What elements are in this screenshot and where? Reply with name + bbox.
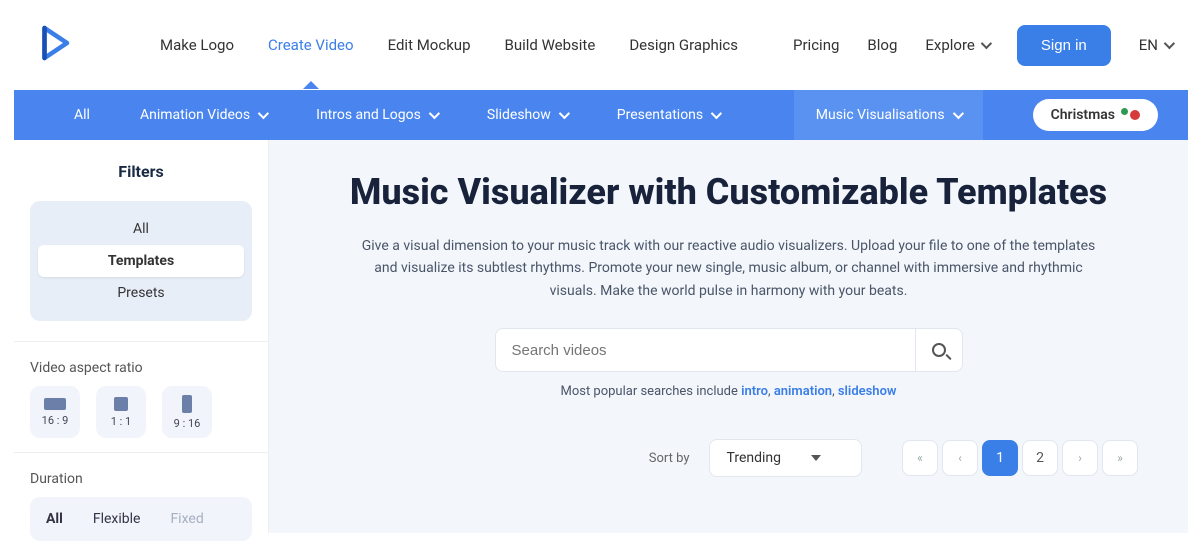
filter-tab-templates[interactable]: Templates — [38, 245, 244, 277]
nav-pricing[interactable]: Pricing — [793, 36, 839, 54]
chevron-down-icon — [981, 38, 992, 49]
ornaments-icon — [1123, 110, 1140, 120]
page-first[interactable]: « — [902, 440, 938, 476]
results-toolbar: Sort by Trending « ‹ 1 2 › » — [319, 439, 1138, 477]
aspect-ratio-label: Video aspect ratio — [30, 360, 252, 376]
main-content: Music Visualizer with Customizable Templ… — [269, 140, 1188, 533]
sign-in-button[interactable]: Sign in — [1017, 25, 1111, 66]
search-bar — [495, 328, 963, 372]
portrait-icon — [182, 395, 192, 413]
nav-explore-label: Explore — [925, 36, 975, 54]
chevron-down-icon — [711, 108, 722, 119]
popular-link-slideshow[interactable]: slideshow — [838, 384, 897, 399]
sort-value: Trending — [726, 450, 781, 466]
page-last[interactable]: » — [1102, 440, 1138, 476]
category-animation-videos[interactable]: Animation Videos — [140, 107, 266, 123]
category-slideshow[interactable]: Slideshow — [487, 107, 567, 123]
page-1[interactable]: 1 — [982, 440, 1018, 476]
language-selector[interactable]: EN — [1139, 36, 1172, 54]
duration-all[interactable]: All — [36, 507, 73, 531]
chevron-down-icon — [952, 108, 963, 119]
nav-item-build-website[interactable]: Build Website — [505, 36, 596, 54]
chevron-down-icon — [1164, 38, 1175, 49]
landscape-icon — [44, 398, 66, 410]
page-body: Filters All Templates Presets Video aspe… — [14, 140, 1188, 533]
page-description: Give a visual dimension to your music tr… — [359, 235, 1099, 302]
nav-item-design-graphics[interactable]: Design Graphics — [629, 36, 738, 54]
duration-label: Duration — [30, 471, 252, 487]
logo[interactable] — [40, 24, 70, 66]
popular-link-intro[interactable]: intro — [741, 384, 768, 399]
caret-down-icon — [811, 455, 821, 461]
page-prev[interactable]: ‹ — [942, 440, 978, 476]
category-intros-and-logos[interactable]: Intros and Logos — [316, 107, 437, 123]
divider — [14, 452, 268, 453]
chevron-down-icon — [258, 108, 269, 119]
aspect-16-9[interactable]: 16 : 9 — [30, 386, 80, 438]
filters-sidebar: Filters All Templates Presets Video aspe… — [14, 140, 269, 533]
search-input[interactable] — [495, 328, 915, 372]
popular-link-animation[interactable]: animation — [774, 384, 832, 399]
christmas-label: Christmas — [1051, 107, 1115, 123]
chevron-down-icon — [559, 108, 570, 119]
category-music-visualisations[interactable]: Music Visualisations — [794, 90, 983, 140]
nav-blog[interactable]: Blog — [867, 36, 897, 54]
category-bar: All Animation Videos Intros and Logos Sl… — [14, 90, 1188, 140]
nav-item-create-video[interactable]: Create Video — [268, 36, 354, 54]
page-title: Music Visualizer with Customizable Templ… — [350, 170, 1107, 215]
category-label: Intros and Logos — [316, 107, 421, 123]
square-icon — [114, 397, 128, 411]
search-icon — [932, 343, 946, 357]
duration-options: All Flexible Fixed — [30, 497, 252, 541]
ratio-label: 16 : 9 — [42, 414, 69, 427]
popular-label: Most popular searches include — [560, 384, 741, 399]
category-label: Slideshow — [487, 107, 551, 123]
search-button[interactable] — [915, 328, 963, 372]
aspect-ratio-options: 16 : 9 1 : 1 9 : 16 — [30, 386, 252, 438]
category-label: Presentations — [617, 107, 703, 123]
page-next[interactable]: › — [1062, 440, 1098, 476]
nav-explore[interactable]: Explore — [925, 36, 989, 54]
header-right: Pricing Blog Explore Sign in EN — [793, 25, 1172, 66]
top-navigation: Make Logo Create Video Edit Mockup Build… — [0, 0, 1202, 90]
ratio-label: 9 : 16 — [174, 417, 201, 430]
filter-tab-presets[interactable]: Presets — [38, 277, 244, 309]
nav-item-edit-mockup[interactable]: Edit Mockup — [388, 36, 471, 54]
sort-select[interactable]: Trending — [709, 439, 862, 477]
duration-flexible[interactable]: Flexible — [83, 507, 151, 531]
aspect-1-1[interactable]: 1 : 1 — [96, 386, 146, 438]
category-presentations[interactable]: Presentations — [617, 107, 719, 123]
filters-title: Filters — [30, 162, 252, 181]
primary-nav: Make Logo Create Video Edit Mockup Build… — [160, 36, 793, 54]
filter-tab-all[interactable]: All — [38, 213, 244, 245]
duration-fixed[interactable]: Fixed — [160, 507, 213, 531]
chevron-down-icon — [429, 108, 440, 119]
play-logo-icon — [40, 24, 70, 62]
category-label: Music Visualisations — [816, 107, 945, 123]
divider — [14, 341, 268, 342]
category-all[interactable]: All — [74, 107, 90, 123]
ratio-label: 1 : 1 — [111, 415, 132, 428]
category-christmas[interactable]: Christmas — [1033, 99, 1158, 131]
pagination: « ‹ 1 2 › » — [902, 440, 1138, 476]
nav-item-make-logo[interactable]: Make Logo — [160, 36, 234, 54]
aspect-9-16[interactable]: 9 : 16 — [162, 386, 212, 438]
category-label: Animation Videos — [140, 107, 250, 123]
popular-searches: Most popular searches include intro, ani… — [560, 384, 896, 399]
sort-by-label: Sort by — [649, 451, 690, 466]
page-2[interactable]: 2 — [1022, 440, 1058, 476]
language-label: EN — [1139, 36, 1158, 54]
filter-type-group: All Templates Presets — [30, 201, 252, 321]
